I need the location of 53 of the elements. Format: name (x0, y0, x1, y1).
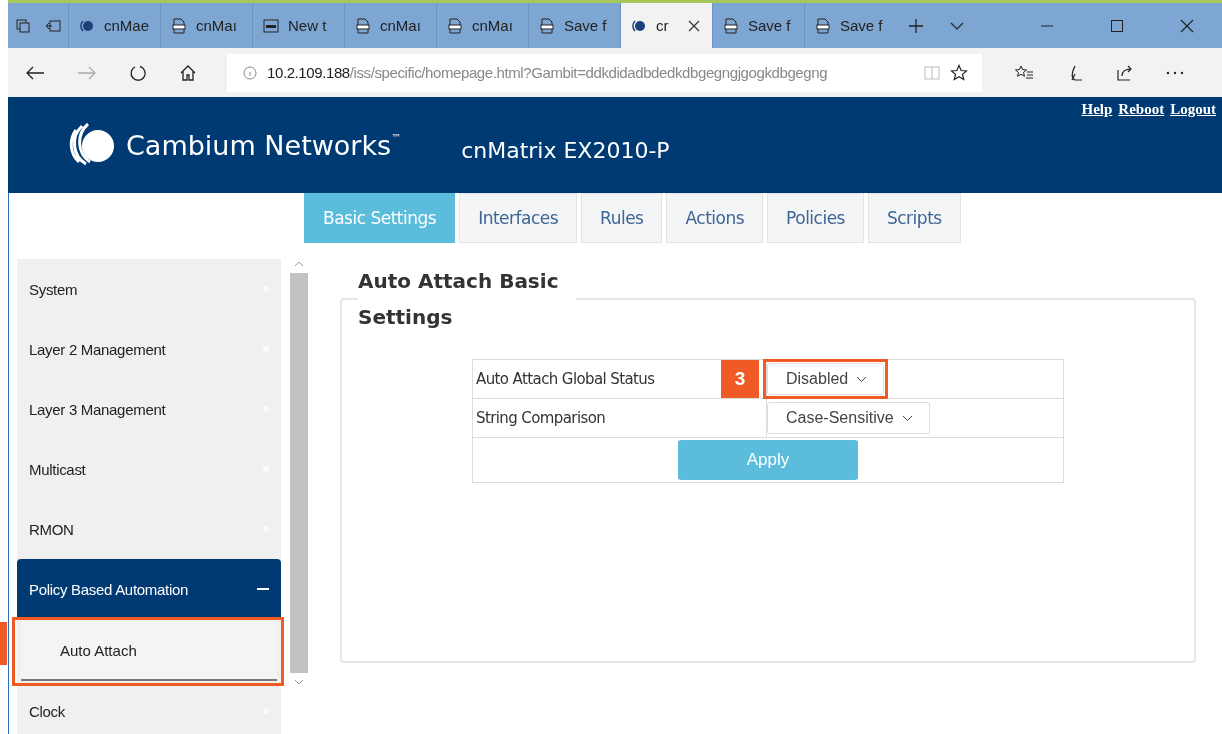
dropdown[interactable]: Disabled (767, 363, 885, 395)
pdf-file-icon (539, 17, 555, 34)
chevron-down-icon (901, 414, 913, 422)
scroll-up-icon[interactable] (294, 261, 304, 267)
step-badge: 3 (721, 360, 759, 398)
refresh-icon[interactable] (129, 63, 147, 82)
pdf-file-icon (723, 17, 739, 34)
browser-tab[interactable]: cr (620, 3, 712, 48)
new-tab-icon[interactable] (908, 17, 924, 34)
back-icon[interactable] (25, 64, 45, 81)
nav-tab[interactable]: Scripts (868, 193, 961, 243)
logo-icon (79, 17, 95, 34)
logo-icon (631, 17, 647, 34)
chevron-down-icon[interactable] (950, 21, 964, 30)
home-icon[interactable] (179, 63, 197, 82)
url-text: 10.2.109.188/iss/specific/homepage.html?Gambit=ddkdidadbdedkdbgegngjgogkdbgegng (267, 64, 829, 81)
nav-tab[interactable]: Policies (767, 193, 864, 243)
chevron-down-icon (856, 375, 868, 383)
scroll-down-icon[interactable] (294, 679, 304, 685)
pdf-file-icon (447, 17, 463, 34)
field-label: String Comparison (472, 398, 767, 438)
more-icon[interactable] (1166, 70, 1184, 75)
sidebar-item[interactable]: Multicast (17, 439, 281, 499)
sidebar-item[interactable]: Policy Based Automation (17, 559, 281, 619)
page-icon (263, 18, 279, 33)
sidebar-item[interactable]: System (17, 259, 281, 319)
nav-tab[interactable]: Rules (581, 193, 663, 243)
pdf-file-icon (171, 17, 187, 34)
header-link[interactable]: Help (1081, 101, 1113, 118)
header-link[interactable]: Logout (1170, 101, 1216, 118)
pdf-file-icon (355, 17, 371, 34)
panel-title: Auto Attach Basic Settings (358, 268, 560, 331)
sidebar-item[interactable]: RMON (17, 499, 281, 559)
favorites-icon[interactable] (1014, 63, 1034, 82)
sidebar-item[interactable]: Layer 2 Management (17, 319, 281, 379)
header-link[interactable]: Reboot (1118, 101, 1165, 118)
pdf-file-icon (815, 17, 831, 34)
brand-name: Cambium Networks$^{™}$ (126, 129, 402, 161)
nav-tab[interactable]: Actions (666, 193, 764, 243)
maximize-icon[interactable] (1110, 18, 1124, 33)
star-icon[interactable] (950, 63, 968, 82)
sidebar-subitem[interactable]: Auto Attach (21, 621, 277, 681)
nav-tab[interactable]: Interfaces (459, 193, 578, 243)
info-icon[interactable] (243, 65, 257, 80)
dropdown[interactable]: Case-Sensitive (767, 402, 930, 434)
close-tab-icon[interactable] (687, 19, 700, 32)
address-field[interactable]: 10.2.109.188/iss/specific/homepage.html?Gambit=ddkdidadbdedkdbgegngjgogkdbgegng (227, 53, 982, 92)
share-icon[interactable] (1116, 63, 1134, 82)
product-name: cnMatrix EX2010-P (461, 137, 670, 163)
close-icon[interactable] (1180, 18, 1194, 33)
sidebar-item[interactable]: Clock (17, 681, 281, 734)
callout-marker (0, 622, 7, 665)
sidebar-item[interactable]: Layer 3 Management (17, 379, 281, 439)
